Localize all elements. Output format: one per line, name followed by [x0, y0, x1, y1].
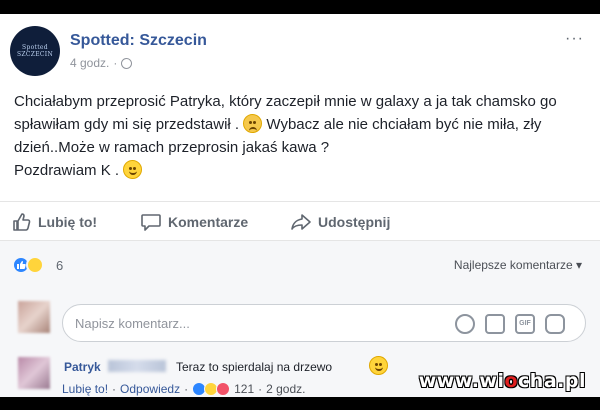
emoji-icon[interactable]	[455, 314, 475, 334]
sticker-icon[interactable]	[545, 314, 565, 334]
comment-composer: Napisz komentarz... GIF	[0, 289, 600, 347]
comment-dot: ·	[112, 382, 117, 396]
comment-placeholder: Napisz komentarz...	[75, 316, 190, 331]
page-logo: Spotted SZCZECIN	[16, 44, 54, 58]
comment-dot: ·	[184, 382, 189, 396]
camera-icon[interactable]	[485, 314, 505, 334]
more-options-icon[interactable]: ···	[565, 30, 584, 48]
post-header: Spotted SZCZECIN Spotted: Szczecin 4 god…	[10, 26, 590, 76]
page-avatar[interactable]: Spotted SZCZECIN	[10, 26, 60, 76]
comment-text: Teraz to spierdalaj na drzewo	[176, 360, 333, 374]
comment-dot: ·	[258, 382, 263, 396]
post-meta: 4 godz. ·	[70, 56, 133, 70]
smiling-face-icon	[123, 160, 143, 179]
comment-like-link[interactable]: Lubię to!	[62, 382, 108, 396]
page-name-link[interactable]: Spotted: Szczecin	[70, 32, 207, 50]
globe-icon	[121, 57, 133, 69]
meta-separator: ·	[113, 56, 118, 70]
comment-author-link[interactable]: Patryk	[64, 360, 101, 374]
comment-button[interactable]: Komentarze	[140, 212, 248, 232]
comment-label: Komentarze	[168, 214, 249, 230]
site-watermark: www.wiocha.pl	[418, 370, 586, 392]
haha-reaction-icon[interactable]	[26, 256, 44, 274]
love-reaction-icon[interactable]	[216, 382, 231, 396]
comment-reply-link[interactable]: Odpowiedz	[120, 382, 180, 396]
comment-bubble-icon	[141, 214, 161, 231]
post-text-part3: Pozdrawiam K .	[14, 162, 120, 179]
share-button[interactable]: Udostępnij	[290, 212, 390, 232]
gif-icon[interactable]: GIF	[515, 314, 535, 334]
smiling-face-icon	[369, 356, 388, 375]
comment-sort-dropdown[interactable]: Najlepsze komentarze ▾	[454, 258, 582, 272]
comment-actions: Lubię to! · Odpowiedz · 121 · 2 godz.	[62, 382, 306, 396]
comment-reaction-count[interactable]: 121	[234, 382, 254, 396]
share-label: Udostępnij	[318, 214, 391, 230]
post-actions-bar: Lubię to! Komentarze Udostępnij	[0, 201, 600, 241]
commenter-avatar[interactable]	[18, 357, 50, 389]
comment-timestamp[interactable]: 2 godz.	[266, 382, 305, 396]
post-timestamp[interactable]: 4 godz.	[70, 56, 109, 70]
like-button[interactable]: Lubię to!	[12, 212, 97, 232]
blurred-surname	[108, 360, 166, 372]
disappointed-face-icon	[243, 114, 263, 133]
reactions-row: 6 Najlepsze komentarze ▾	[0, 241, 600, 289]
comment-input[interactable]: Napisz komentarz... GIF	[62, 304, 586, 342]
thumbs-up-icon	[13, 213, 31, 231]
user-avatar[interactable]	[18, 301, 50, 333]
like-label: Lubię to!	[38, 214, 98, 230]
post-body: Chciałabym przeprosić Patryka, który zac…	[14, 90, 582, 182]
reaction-count[interactable]: 6	[56, 258, 63, 273]
post-card: Spotted SZCZECIN Spotted: Szczecin 4 god…	[0, 14, 600, 397]
share-arrow-icon	[291, 214, 311, 230]
